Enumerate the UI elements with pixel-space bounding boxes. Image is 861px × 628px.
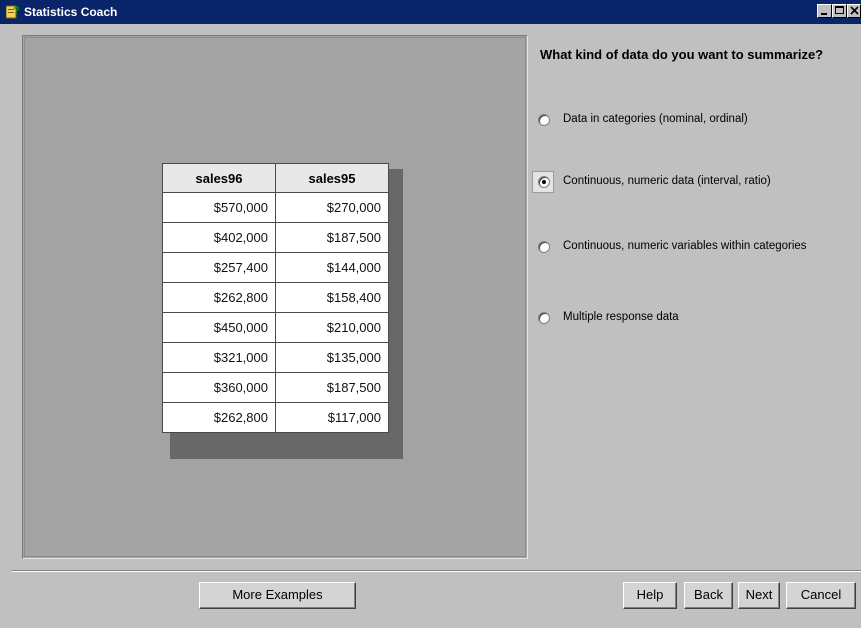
close-button[interactable] <box>847 4 861 18</box>
table-cell: $321,000 <box>162 342 276 373</box>
table-cell: $210,000 <box>275 312 389 343</box>
radio-button-selected[interactable] <box>538 176 550 188</box>
table-cell: $257,400 <box>162 252 276 283</box>
svg-text:?: ? <box>13 5 20 17</box>
title-bar[interactable]: ? Statistics Coach <box>0 0 861 24</box>
maximize-icon <box>835 6 844 14</box>
table-row: $257,400 $144,000 <box>162 252 389 283</box>
table-cell: $262,800 <box>162 402 276 433</box>
table-header-row: sales96 sales95 <box>162 163 389 193</box>
table-cell: $187,500 <box>275 372 389 403</box>
table-cell: $144,000 <box>275 252 389 283</box>
window-frame-left <box>0 24 12 628</box>
option-categories[interactable]: Data in categories (nominal, ordinal) <box>532 109 861 133</box>
option-label: Data in categories (nominal, ordinal) <box>563 113 748 125</box>
table-row: $402,000 $187,500 <box>162 222 389 253</box>
next-button[interactable]: Next <box>738 582 780 609</box>
table-row: $262,800 $158,400 <box>162 282 389 313</box>
option-label: Continuous, numeric data (interval, rati… <box>563 175 771 187</box>
table-row: $450,000 $210,000 <box>162 312 389 343</box>
option-multiple-response[interactable]: Multiple response data <box>532 307 861 331</box>
divider-highlight <box>12 571 861 572</box>
more-examples-button[interactable]: More Examples <box>199 582 356 609</box>
table-cell: $262,800 <box>162 282 276 313</box>
maximize-button[interactable] <box>832 4 847 18</box>
table-row: $360,000 $187,500 <box>162 372 389 403</box>
minimize-icon <box>821 13 827 15</box>
example-data-table: sales96 sales95 $570,000 $270,000 $402,0… <box>162 163 389 433</box>
radio-button[interactable] <box>538 241 550 253</box>
table-cell: $187,500 <box>275 222 389 253</box>
option-continuous-numeric[interactable]: Continuous, numeric data (interval, rati… <box>532 171 861 195</box>
table-cell: $570,000 <box>162 192 276 223</box>
question-heading: What kind of data do you want to summari… <box>540 47 824 62</box>
table-cell: $135,000 <box>275 342 389 373</box>
table-cell: $450,000 <box>162 312 276 343</box>
option-within-categories[interactable]: Continuous, numeric variables within cat… <box>532 236 861 260</box>
option-label: Multiple response data <box>563 311 679 323</box>
table-cell: $158,400 <box>275 282 389 313</box>
table-row: $570,000 $270,000 <box>162 192 389 223</box>
cancel-button[interactable]: Cancel <box>786 582 856 609</box>
radio-button[interactable] <box>538 114 550 126</box>
window-title: Statistics Coach <box>24 5 118 19</box>
table-cell: $360,000 <box>162 372 276 403</box>
table-cell: $402,000 <box>162 222 276 253</box>
statistics-coach-icon: ? <box>5 4 20 19</box>
help-button[interactable]: Help <box>623 582 677 609</box>
minimize-button[interactable] <box>817 4 832 18</box>
back-button[interactable]: Back <box>684 582 733 609</box>
table-cell: $270,000 <box>275 192 389 223</box>
table-row: $262,800 $117,000 <box>162 402 389 433</box>
option-label: Continuous, numeric variables within cat… <box>563 240 807 252</box>
column-header: sales96 <box>162 163 276 193</box>
column-header: sales95 <box>275 163 389 193</box>
close-icon <box>850 6 859 15</box>
radio-button[interactable] <box>538 312 550 324</box>
table-cell: $117,000 <box>275 402 389 433</box>
table-row: $321,000 $135,000 <box>162 342 389 373</box>
